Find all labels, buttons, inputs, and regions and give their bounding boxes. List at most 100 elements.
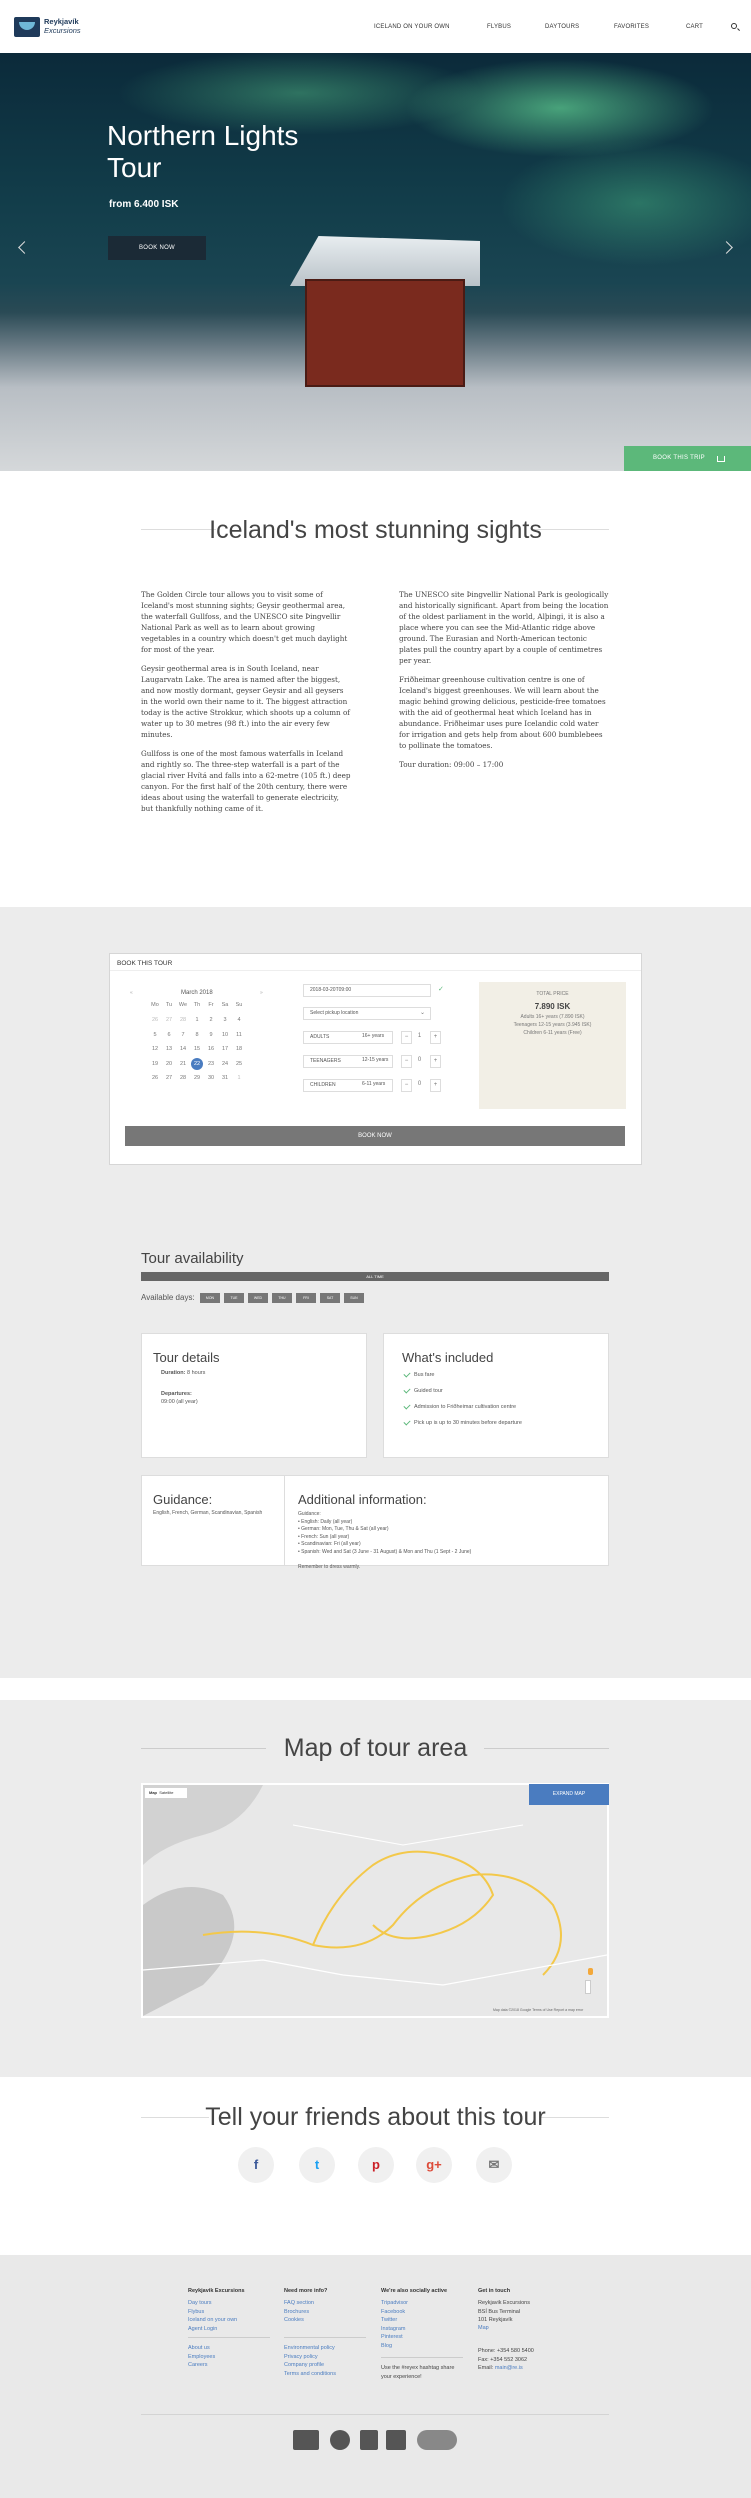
calendar-day[interactable]: 26 — [150, 1074, 160, 1082]
footer-link[interactable]: Day tours — [188, 2299, 212, 2308]
calendar-prev-icon[interactable]: « — [130, 989, 133, 997]
quantity-value[interactable]: 0 — [414, 1055, 425, 1068]
calendar-day[interactable]: 19 — [150, 1060, 160, 1068]
calendar-day[interactable]: 13 — [164, 1045, 174, 1053]
facebook-share-icon[interactable]: f — [238, 2147, 274, 2183]
map-tab-satellite[interactable]: Satellite — [159, 1790, 173, 1795]
pegman-icon[interactable] — [588, 1968, 593, 1975]
day-badge-thu[interactable]: THU — [272, 1293, 292, 1303]
expand-map-button[interactable]: EXPAND MAP — [529, 1784, 609, 1805]
google-plus-share-icon[interactable]: g+ — [416, 2147, 452, 2183]
footer-link[interactable]: Twitter — [381, 2316, 397, 2325]
footer-link[interactable]: Blog — [381, 2342, 392, 2351]
footer-link[interactable]: Pinterest — [381, 2333, 403, 2342]
decrement-button[interactable]: − — [401, 1055, 412, 1068]
calendar-day[interactable]: 28 — [178, 1016, 188, 1024]
book-now-button[interactable]: BOOK NOW — [125, 1126, 625, 1146]
decrement-button[interactable]: − — [401, 1031, 412, 1044]
about-paragraph: Geysir geothermal area is in South Icela… — [141, 664, 350, 739]
calendar-day[interactable]: 9 — [206, 1031, 216, 1039]
footer-link[interactable]: Iceland on your own — [188, 2316, 237, 2325]
footer-link[interactable]: Tripadvisor — [381, 2299, 408, 2308]
increment-button[interactable]: + — [430, 1031, 441, 1044]
pinterest-share-icon[interactable]: p — [358, 2147, 394, 2183]
nav-favorites[interactable]: FAVORITES — [614, 22, 649, 32]
calendar-day[interactable]: 7 — [178, 1031, 188, 1039]
hero-book-now-button[interactable]: BOOK NOW — [108, 236, 206, 260]
calendar-day[interactable]: 11 — [234, 1031, 244, 1039]
nav-flybus[interactable]: FLYBUS — [487, 22, 511, 32]
calendar-day[interactable]: 22 — [191, 1057, 203, 1070]
quantity-value[interactable]: 0 — [414, 1079, 425, 1092]
day-badge-tue[interactable]: TUE — [224, 1293, 244, 1303]
search-icon[interactable] — [731, 23, 737, 29]
calendar-day[interactable]: 1 — [192, 1016, 202, 1024]
calendar-day[interactable]: 4 — [234, 1016, 244, 1024]
increment-button[interactable]: + — [430, 1079, 441, 1092]
calendar-day[interactable]: 14 — [178, 1045, 188, 1053]
calendar-day[interactable]: 16 — [206, 1045, 216, 1053]
calendar-day[interactable]: 28 — [178, 1074, 188, 1082]
decrement-button[interactable]: − — [401, 1079, 412, 1092]
calendar-day[interactable]: 21 — [178, 1060, 188, 1068]
calendar-day[interactable]: 31 — [220, 1074, 230, 1082]
calendar-day[interactable]: 10 — [220, 1031, 230, 1039]
footer-link[interactable]: Instagram — [381, 2325, 405, 2334]
calendar-day[interactable]: 25 — [234, 1060, 244, 1068]
calendar-day[interactable]: 2 — [206, 1016, 216, 1024]
footer-link[interactable]: Terms and conditions — [284, 2370, 336, 2379]
calendar-day[interactable]: 1 — [234, 1074, 244, 1082]
day-badge-fri[interactable]: FRI — [296, 1293, 316, 1303]
footer-link[interactable]: Company profile — [284, 2361, 324, 2370]
footer-map-link[interactable]: Map — [478, 2324, 489, 2333]
chevron-down-icon: ⌄ — [420, 1010, 426, 1016]
calendar-day[interactable]: 15 — [192, 1045, 202, 1053]
footer-link[interactable]: Privacy policy — [284, 2353, 318, 2362]
calendar-day[interactable]: 12 — [150, 1045, 160, 1053]
calendar-next-icon[interactable]: » — [260, 989, 263, 997]
calendar-day[interactable]: 29 — [192, 1074, 202, 1082]
footer-link[interactable]: Environmental policy — [284, 2344, 335, 2353]
calendar-day[interactable]: 20 — [164, 1060, 174, 1068]
calendar-day[interactable]: 27 — [164, 1016, 174, 1024]
increment-button[interactable]: + — [430, 1055, 441, 1068]
book-this-trip-button[interactable]: BOOK THIS TRIP — [624, 446, 751, 471]
footer-link[interactable]: Careers — [188, 2361, 208, 2370]
day-badge-sun[interactable]: SUN — [344, 1293, 364, 1303]
nav-iceland-on-your-own[interactable]: ICELAND ON YOUR OWN — [374, 22, 450, 32]
day-badge-mon[interactable]: MON — [200, 1293, 220, 1303]
day-badge-wed[interactable]: WED — [248, 1293, 268, 1303]
footer-link[interactable]: Flybus — [188, 2308, 204, 2317]
zoom-control-icon[interactable] — [585, 1980, 591, 1994]
all-time-bar[interactable]: ALL TIME — [141, 1272, 609, 1281]
twitter-share-icon[interactable]: t — [299, 2147, 335, 2183]
footer-link[interactable]: Agent Login — [188, 2325, 217, 2334]
calendar-day[interactable]: 24 — [220, 1060, 230, 1068]
footer-email-link[interactable]: main@re.is — [495, 2365, 523, 2371]
calendar-day[interactable]: 17 — [220, 1045, 230, 1053]
calendar-day[interactable]: 3 — [220, 1016, 230, 1024]
date-select[interactable]: 2018-03-20T09:00 — [303, 984, 431, 997]
calendar-day[interactable]: 23 — [206, 1060, 216, 1068]
calendar-day[interactable]: 27 — [164, 1074, 174, 1082]
footer-link[interactable]: Facebook — [381, 2308, 405, 2317]
day-badge-sat[interactable]: SAT — [320, 1293, 340, 1303]
calendar-day[interactable]: 18 — [234, 1045, 244, 1053]
calendar-day[interactable]: 8 — [192, 1031, 202, 1039]
nav-cart[interactable]: CART — [686, 22, 703, 32]
calendar-day[interactable]: 5 — [150, 1031, 160, 1039]
footer-link[interactable]: Brochures — [284, 2308, 309, 2317]
email-share-icon[interactable]: ✉ — [476, 2147, 512, 2183]
calendar-day[interactable]: 26 — [150, 1016, 160, 1024]
footer-link[interactable]: FAQ section — [284, 2299, 314, 2308]
footer-link[interactable]: Cookies — [284, 2316, 304, 2325]
quantity-value[interactable]: 1 — [414, 1031, 425, 1044]
nav-daytours[interactable]: DAYTOURS — [545, 22, 579, 32]
pickup-select[interactable]: Select pickup location — [303, 1007, 431, 1020]
footer-link[interactable]: Employees — [188, 2353, 215, 2362]
tour-map[interactable]: Map Satellite Map data ©2018 Google Term… — [141, 1783, 609, 2018]
calendar-day[interactable]: 30 — [206, 1074, 216, 1082]
map-tab-map[interactable]: Map — [149, 1790, 157, 1795]
footer-link[interactable]: About us — [188, 2344, 210, 2353]
calendar-day[interactable]: 6 — [164, 1031, 174, 1039]
